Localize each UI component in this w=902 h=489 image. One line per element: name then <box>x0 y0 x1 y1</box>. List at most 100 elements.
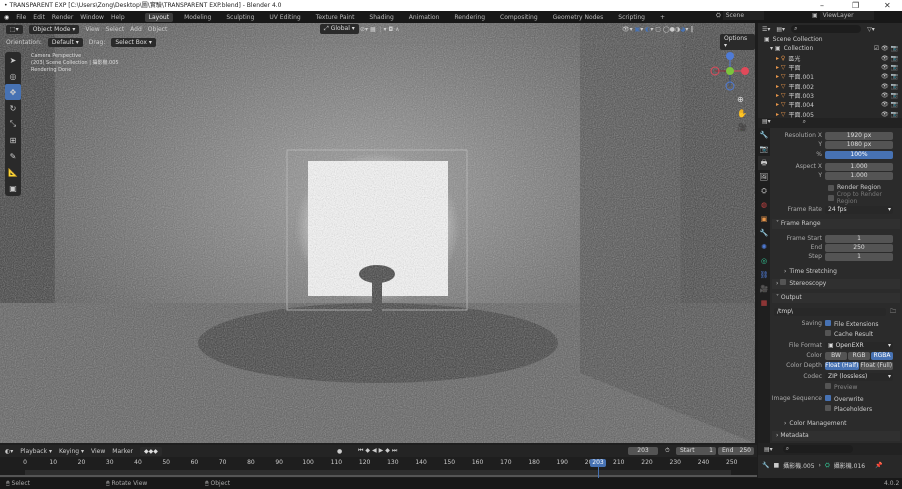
timer-icon[interactable]: ⏱ <box>665 447 670 455</box>
minimize-button[interactable]: – <box>820 0 824 11</box>
timeline-ruler[interactable]: 0 10 20 30 40 50 60 70 80 90 100 110 120 130 140 150 160… <box>0 459 757 469</box>
metadata-panel-header[interactable]: › Metadata <box>772 431 900 441</box>
timeline-scrollbar[interactable] <box>0 475 757 477</box>
orientation-dropdown[interactable]: Default ▾ <box>47 37 83 47</box>
outliner-scene-collection[interactable]: ▣ Scene Collection <box>758 35 902 44</box>
menu-window[interactable]: Window <box>80 14 104 21</box>
playback-controls[interactable]: ⏮◆◀▶◆⏭ <box>358 447 399 455</box>
visibility-icon[interactable]: 👁 📷 <box>881 101 898 108</box>
maximize-button[interactable]: ❐ <box>852 0 859 11</box>
annotate-tool-icon[interactable]: ✎ <box>5 148 21 164</box>
modifier-tab-icon[interactable]: 🔧 <box>758 226 770 240</box>
menu-select[interactable]: Select <box>106 26 125 33</box>
tab-layout[interactable]: Layout <box>144 12 174 22</box>
viewport-shading-buttons[interactable]: 👁▾ ▣▾ ◐▾ ▢ ◯●◑◕▾ ‖ <box>622 26 693 33</box>
timeline-editor-icon[interactable]: ◐▾ <box>5 448 13 455</box>
visibility-icon[interactable]: 👁 📷 <box>881 64 898 71</box>
depth-full-option[interactable]: Float (Full) <box>859 361 893 370</box>
display-mode-icon[interactable]: ▤▾ <box>776 26 785 33</box>
pin-icon[interactable]: 📌 <box>875 462 882 469</box>
measure-tool-icon[interactable]: 📐 <box>5 164 21 180</box>
resolution-x-field[interactable]: 1920 px <box>825 131 893 140</box>
tab-texture-paint[interactable]: Texture Paint <box>312 13 359 22</box>
tab-animation[interactable]: Animation <box>405 13 444 22</box>
mode-selector[interactable]: Object Mode ▾ <box>28 24 80 34</box>
tab-compositing[interactable]: Compositing <box>496 13 542 22</box>
output-panel-header[interactable]: ˅ Output <box>772 293 900 303</box>
menu-file[interactable]: File <box>16 14 26 21</box>
file-format-dropdown[interactable]: ▣ OpenEXR ▾ <box>825 341 893 350</box>
outliner-editor-icon[interactable]: ☰▾ <box>762 26 770 33</box>
outliner-item[interactable]: ▸ ♀ 區光 👁 📷 <box>758 54 902 63</box>
physics-tab-icon[interactable]: ◎ <box>758 254 770 268</box>
color-bw-option[interactable]: BW <box>825 351 847 360</box>
tab-shading[interactable]: Shading <box>365 13 397 22</box>
menu-keying[interactable]: Keying ▾ <box>59 448 84 455</box>
resolution-percent-slider[interactable]: 100% <box>825 150 893 159</box>
playhead-frame-label[interactable]: 203 <box>590 459 606 467</box>
select-tool-icon[interactable]: ➤ <box>5 52 21 68</box>
tab-uv-editing[interactable]: UV Editing <box>265 13 304 22</box>
folder-icon[interactable]: 🗀 <box>890 307 896 317</box>
navigation-gizmo[interactable] <box>708 49 752 93</box>
end-frame-field[interactable]: End 250 <box>718 447 754 455</box>
menu-timeline-view[interactable]: View <box>91 448 105 455</box>
menu-view[interactable]: View <box>85 26 99 33</box>
view-layer-selector[interactable]: ▣ ViewLayer <box>812 11 874 20</box>
aspect-y-field[interactable]: 1.000 <box>825 171 893 180</box>
output-path-field[interactable]: /tmp\ <box>774 307 886 316</box>
menu-add[interactable]: Add <box>130 26 142 33</box>
preview-checkbox[interactable]: Preview <box>825 382 857 391</box>
codec-dropdown[interactable]: ZIP (lossless) ▾ <box>825 372 893 381</box>
close-button[interactable]: ✕ <box>884 0 891 11</box>
frame-range-panel-header[interactable]: ˅ Frame Range <box>772 219 900 229</box>
cache-result-checkbox[interactable]: Cache Result <box>825 329 873 338</box>
depth-half-option[interactable]: Float (Half) <box>825 361 859 370</box>
object-tab-icon[interactable]: ▣ <box>758 212 770 226</box>
camera-view-icon[interactable]: 🎥 <box>737 121 747 135</box>
editor-type-icon[interactable]: ▤▾ <box>764 446 773 453</box>
visibility-icon[interactable]: 👁 📷 <box>881 73 898 80</box>
time-stretching-subpanel[interactable]: › Time Stretching <box>770 267 902 276</box>
visibility-icon[interactable]: 👁 📷 <box>881 55 898 62</box>
view-layer-tab-icon[interactable]: 🖼 <box>758 170 770 184</box>
visibility-icon[interactable]: 👁 📷 <box>881 83 898 90</box>
aspect-x-field[interactable]: 1.000 <box>825 162 893 171</box>
3d-viewport[interactable]: ⬚▾ Object Mode ▾ View Select Add Object … <box>0 23 755 443</box>
file-extensions-checkbox[interactable]: File Extensions <box>825 319 879 328</box>
tab-scripting[interactable]: Scripting <box>614 13 649 22</box>
blender-logo-icon[interactable]: ◉ <box>4 14 9 21</box>
frame-step-field[interactable]: 1 <box>825 252 893 261</box>
color-rgba-option[interactable]: RGBA <box>871 351 893 360</box>
transform-tool-icon[interactable]: ⊞ <box>5 132 21 148</box>
scene-selector[interactable]: ⛭ Scene <box>716 11 765 20</box>
particles-tab-icon[interactable]: ✺ <box>758 240 770 254</box>
tab-rendering[interactable]: Rendering <box>450 13 489 22</box>
render-tab-icon[interactable]: 📷 <box>758 142 770 156</box>
properties-search-input[interactable]: ⌕ <box>803 118 806 125</box>
output-tab-icon[interactable]: 🖶 <box>758 156 770 170</box>
overwrite-checkbox[interactable]: Overwrite <box>825 394 864 403</box>
gizmo-x-axis[interactable] <box>741 67 749 75</box>
outliner-item[interactable]: ▸ ▽ 平面.002 👁 📷 <box>758 81 902 91</box>
gizmo-z-axis[interactable] <box>726 52 734 60</box>
snap-icon[interactable]: ⊘▾ ▦ ⋮▾ ◘ ∧ <box>360 26 400 33</box>
color-rgb-option[interactable]: RGB <box>848 351 870 360</box>
crop-region-checkbox[interactable]: Crop to Render Region <box>770 191 902 205</box>
tool-tab-icon[interactable]: 🔧 <box>758 128 770 142</box>
visibility-icon[interactable]: 👁 📷 <box>881 111 898 118</box>
tab-geometry-nodes[interactable]: Geometry Nodes <box>549 13 608 22</box>
add-workspace-button[interactable]: + <box>656 13 669 22</box>
scale-tool-icon[interactable]: ⤡ <box>5 116 21 132</box>
visibility-icon[interactable]: 👁 📷 <box>881 92 898 99</box>
world-tab-icon[interactable]: ◍ <box>758 198 770 212</box>
editor-type-button[interactable]: ⬚▾ <box>6 24 23 34</box>
data-tab-icon[interactable]: 🎥 <box>758 282 770 296</box>
menu-object[interactable]: Object <box>148 26 168 33</box>
menu-playback[interactable]: Playback ▾ <box>20 448 52 455</box>
drag-dropdown[interactable]: Select Box ▾ <box>111 37 156 47</box>
menu-marker[interactable]: Marker <box>112 448 133 455</box>
scene-tab-icon[interactable]: ⛭ <box>758 184 770 198</box>
outliner-item[interactable]: ▸ ▽ 平面.003 👁 📷 <box>758 91 902 100</box>
options-dropdown[interactable]: Options ▾ <box>720 34 755 50</box>
